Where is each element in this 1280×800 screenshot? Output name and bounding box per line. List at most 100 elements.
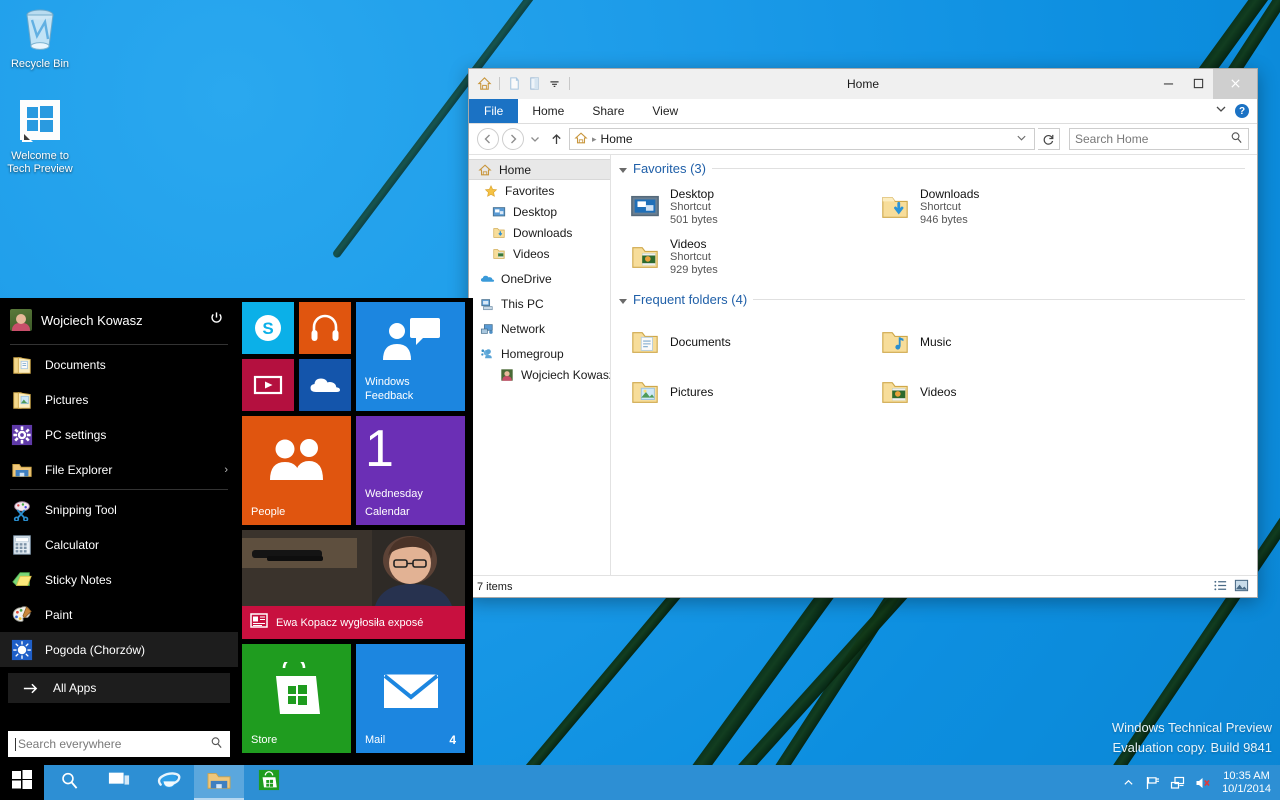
navigation-pane[interactable]: Home Favorites Desktop <box>469 155 611 575</box>
tile-mail[interactable]: Mail 4 <box>356 644 465 753</box>
chevron-up-icon[interactable] <box>1120 775 1136 791</box>
taskbar-store-button[interactable] <box>244 765 294 800</box>
tile-store[interactable]: Store <box>242 644 351 753</box>
tile-video[interactable] <box>242 359 294 411</box>
start-menu-left-column[interactable]: Wojciech Kowasz Documents Pictures <box>0 298 238 765</box>
ribbon-tab-file[interactable]: File <box>469 99 518 123</box>
content-pane[interactable]: Favorites (3) Desktop Shortcut 501 bytes <box>611 155 1257 575</box>
system-tray[interactable]: 10:35 AM 10/1/2014 <box>1120 770 1280 796</box>
maximize-button[interactable] <box>1183 69 1213 99</box>
view-buttons[interactable] <box>1213 578 1249 596</box>
new-folder-icon[interactable] <box>506 75 523 92</box>
tile-onedrive[interactable] <box>299 359 351 411</box>
search-icon[interactable] <box>1230 131 1243 147</box>
back-button[interactable] <box>477 128 499 150</box>
properties-icon[interactable] <box>526 75 543 92</box>
file-tile[interactable]: Pictures <box>625 367 875 417</box>
taskbar-clock[interactable]: 10:35 AM 10/1/2014 <box>1220 770 1271 796</box>
taskbar[interactable]: 10:35 AM 10/1/2014 <box>0 765 1280 800</box>
refresh-button[interactable] <box>1038 128 1060 150</box>
forward-button[interactable] <box>502 128 524 150</box>
start-menu-item-sticky-notes[interactable]: Sticky Notes <box>0 562 238 597</box>
start-menu-item-pc-settings[interactable]: PC settings <box>0 417 238 452</box>
power-icon[interactable] <box>209 311 228 330</box>
explorer-titlebar[interactable]: Home <box>469 69 1257 99</box>
ribbon-tab-home[interactable]: Home <box>518 99 578 123</box>
ribbon-tab-share[interactable]: Share <box>578 99 638 123</box>
tile-news[interactable]: Ewa Kopacz wygłosiła exposé <box>242 530 465 639</box>
tile-music[interactable] <box>299 302 351 354</box>
group-header-favorites[interactable]: Favorites (3) <box>611 155 1257 180</box>
tile-calendar[interactable]: 1 Wednesday Calendar <box>356 416 465 525</box>
expand-collapse-triangle-icon[interactable] <box>619 299 627 304</box>
recent-locations-button[interactable] <box>527 128 543 150</box>
start-menu-item-snipping-tool[interactable]: Snipping Tool <box>0 492 238 527</box>
file-tile[interactable]: Videos <box>875 367 1125 417</box>
chevron-down-icon[interactable] <box>1215 102 1227 120</box>
nav-item-this-pc[interactable]: This PC <box>469 293 610 314</box>
close-button[interactable] <box>1213 69 1257 99</box>
favorites-grid[interactable]: Desktop Shortcut 501 bytes Downloads Sho… <box>611 180 1257 282</box>
taskbar-task-view-button[interactable] <box>94 765 144 800</box>
nav-item-homegroup[interactable]: Homegroup <box>469 343 610 364</box>
tile-people[interactable]: People <box>242 416 351 525</box>
nav-item-user[interactable]: Wojciech Kowasz <box>469 364 610 385</box>
tile-windows-feedback[interactable]: Windows Feedback <box>356 302 465 411</box>
minimize-button[interactable] <box>1153 69 1183 99</box>
group-header-frequent-folders[interactable]: Frequent folders (4) <box>611 286 1257 311</box>
breadcrumb-current[interactable]: Home <box>601 132 633 146</box>
nav-item-downloads[interactable]: Downloads <box>469 222 610 243</box>
taskbar-internet-explorer-button[interactable] <box>144 765 194 800</box>
file-tile[interactable]: Videos Shortcut 929 bytes <box>625 232 875 282</box>
breadcrumb-path-field[interactable]: ▸ Home <box>569 128 1035 150</box>
file-tile[interactable]: Desktop Shortcut 501 bytes <box>625 182 875 232</box>
start-menu-item-file-explorer[interactable]: File Explorer › <box>0 452 238 487</box>
home-icon[interactable] <box>476 75 493 92</box>
start-menu-item-calculator[interactable]: Calculator <box>0 527 238 562</box>
window-controls[interactable] <box>1153 69 1257 99</box>
desktop-icon-welcome-tech-preview[interactable]: Welcome to Tech Preview <box>0 98 80 176</box>
start-menu-user-row[interactable]: Wojciech Kowasz <box>0 298 238 342</box>
file-explorer-window[interactable]: Home File Home Share View <box>468 68 1258 598</box>
start-menu-item-weather[interactable]: Pogoda (Chorzów) <box>0 632 238 667</box>
nav-item-favorites[interactable]: Favorites <box>469 180 610 201</box>
nav-item-home[interactable]: Home <box>469 159 610 180</box>
help-icon[interactable]: ? <box>1235 104 1249 118</box>
ribbon-tabbar[interactable]: File Home Share View ? <box>469 99 1257 124</box>
details-view-icon[interactable] <box>1213 578 1228 596</box>
nav-item-videos[interactable]: Videos <box>469 243 610 264</box>
expand-collapse-triangle-icon[interactable] <box>619 168 627 173</box>
file-tile[interactable]: Documents <box>625 317 875 367</box>
customize-chevron-icon[interactable] <box>546 75 563 92</box>
large-icons-view-icon[interactable] <box>1234 578 1249 596</box>
start-menu[interactable]: Wojciech Kowasz Documents Pictures <box>0 298 473 765</box>
start-button[interactable] <box>0 765 44 800</box>
up-button[interactable] <box>546 128 566 150</box>
taskbar-search-button[interactable] <box>44 765 94 800</box>
taskbar-file-explorer-button[interactable] <box>194 765 244 800</box>
chevron-down-icon[interactable] <box>1016 132 1030 146</box>
network-icon[interactable] <box>1170 775 1186 791</box>
start-menu-tiles-area[interactable]: S <box>238 298 473 765</box>
desktop-icon-recycle-bin[interactable]: Recycle Bin <box>0 6 80 71</box>
file-tile[interactable]: Music <box>875 317 1125 367</box>
chevron-right-icon[interactable]: › <box>224 464 228 476</box>
search-icon[interactable] <box>210 736 223 752</box>
action-center-flag-icon[interactable] <box>1145 775 1161 791</box>
start-menu-item-documents[interactable]: Documents <box>0 347 238 382</box>
quick-access-toolbar[interactable] <box>469 75 573 92</box>
tile-skype[interactable]: S <box>242 302 294 354</box>
all-apps-button[interactable]: All Apps <box>8 673 230 703</box>
start-menu-item-pictures[interactable]: Pictures <box>0 382 238 417</box>
nav-item-onedrive[interactable]: OneDrive <box>469 268 610 289</box>
ribbon-right-controls[interactable]: ? <box>1215 99 1257 123</box>
start-menu-item-paint[interactable]: Paint <box>0 597 238 632</box>
frequent-folders-grid[interactable]: Documents Music Pictures <box>611 311 1257 417</box>
nav-item-network[interactable]: Network <box>469 318 610 339</box>
nav-item-desktop[interactable]: Desktop <box>469 201 610 222</box>
ribbon-tab-view[interactable]: View <box>638 99 692 123</box>
file-tile[interactable]: Downloads Shortcut 946 bytes <box>875 182 1125 232</box>
avatar[interactable] <box>10 309 32 331</box>
address-bar[interactable]: ▸ Home Search Home <box>469 124 1257 154</box>
search-input[interactable]: Search everywhere <box>8 731 230 757</box>
